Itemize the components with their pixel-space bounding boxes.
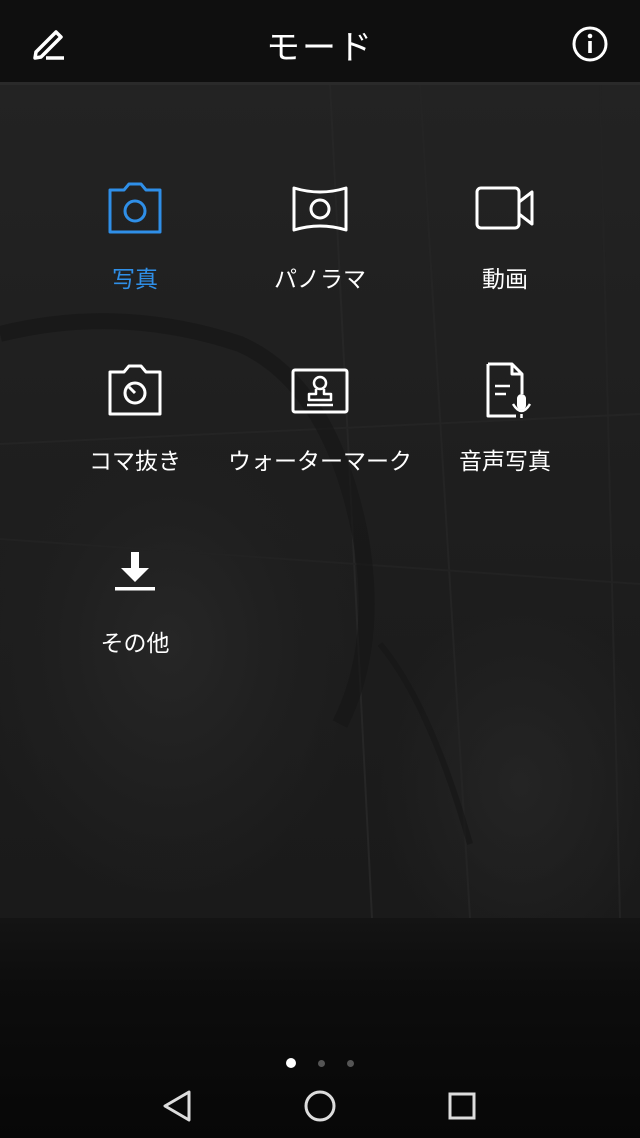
camera-mode-screen: モード 写真 パノラマ 動画 コマ抜き ウォーターマーク 音声写真 その他 <box>0 0 640 1138</box>
mode-label: 動画 <box>482 267 528 293</box>
page-indicator-dot[interactable] <box>318 1060 325 1067</box>
recents-square-icon <box>448 1092 476 1120</box>
info-button[interactable] <box>568 22 612 66</box>
timelapse-icon <box>108 364 162 416</box>
home-circle-icon <box>304 1090 336 1122</box>
page-indicator-dot-active[interactable] <box>286 1058 296 1068</box>
page-indicator-dot[interactable] <box>347 1060 354 1067</box>
watermark-stamp-icon <box>291 368 349 414</box>
recents-button[interactable] <box>442 1086 482 1126</box>
mode-photo[interactable]: 写真 <box>35 178 235 328</box>
mode-timelapse[interactable]: コマ抜き <box>35 360 235 510</box>
mode-label: その他 <box>100 631 170 657</box>
mode-watermark[interactable]: ウォーターマーク <box>220 360 420 510</box>
back-button[interactable] <box>157 1086 197 1126</box>
video-camera-icon <box>475 186 534 230</box>
home-button[interactable] <box>300 1086 340 1126</box>
mode-video[interactable]: 動画 <box>405 178 605 328</box>
panorama-icon <box>292 186 348 232</box>
camera-icon <box>108 182 162 234</box>
info-icon <box>572 26 608 62</box>
audio-note-icon <box>486 362 532 418</box>
mode-panorama[interactable]: パノラマ <box>220 178 420 328</box>
download-icon <box>115 552 155 591</box>
mode-label: 音声写真 <box>459 449 551 475</box>
mode-audio-photo[interactable]: 音声写真 <box>405 360 605 510</box>
page-title: モード <box>266 28 374 68</box>
mode-more[interactable]: その他 <box>35 542 235 692</box>
top-bar: モード <box>0 0 640 85</box>
back-triangle-icon <box>163 1090 191 1122</box>
